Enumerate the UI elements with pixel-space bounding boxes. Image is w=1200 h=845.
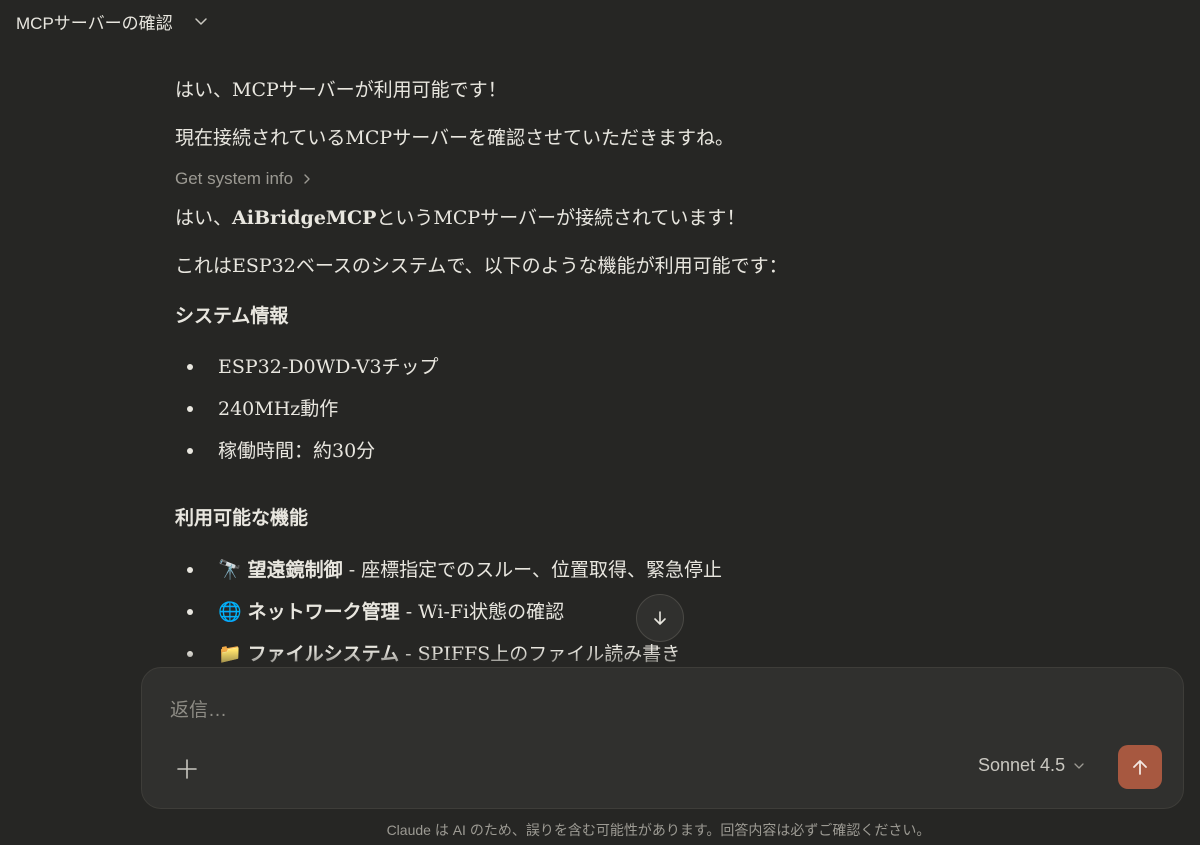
telescope-icon: 🔭 <box>218 558 242 581</box>
section-heading: システム情報 <box>175 304 289 327</box>
plus-icon <box>176 758 198 780</box>
message-paragraph: これはESP32ベースのシステムで、以下のような機能が利用可能です： <box>175 255 788 277</box>
feature-name: 望遠鏡制御 <box>247 558 343 581</box>
message-composer: Sonnet 4.5 <box>141 667 1184 809</box>
feature-name: ネットワーク管理 <box>247 600 400 623</box>
scroll-to-bottom-button[interactable] <box>636 594 684 642</box>
section-heading: 利用可能な機能 <box>175 507 309 529</box>
add-attachment-button[interactable] <box>172 754 202 784</box>
text-segment: というMCPサーバーが接続されています！ <box>376 206 746 229</box>
arrow-up-icon <box>1130 757 1150 777</box>
arrow-down-icon <box>651 609 669 627</box>
list-item: 稼働時間：約30分 <box>175 430 1015 472</box>
chevron-down-icon <box>1073 760 1085 772</box>
model-name: Sonnet 4.5 <box>978 755 1066 775</box>
top-bar-fade <box>0 42 1200 66</box>
text-segment: はい、 <box>175 206 233 229</box>
send-button[interactable] <box>1118 745 1162 789</box>
tool-call-label: Get system info <box>175 169 294 188</box>
server-name: AiBridgeMCP <box>232 206 377 229</box>
list-item: 🌐 ネットワーク管理 - Wi-Fi状態の確認 <box>175 591 1015 633</box>
model-selector[interactable]: Sonnet 4.5 <box>978 755 1085 776</box>
chevron-down-icon <box>193 13 209 29</box>
message-paragraph: はい、MCPサーバーが利用可能です！ <box>175 79 507 101</box>
tool-call-toggle[interactable]: Get system info <box>175 166 1015 192</box>
assistant-message: はい、MCPサーバーが利用可能です！ 現在接続されているMCPサーバーを確認させ… <box>175 72 1015 675</box>
message-paragraph: はい、AiBridgeMCPというMCPサーバーが接続されています！ <box>175 204 1015 233</box>
top-bar: MCPサーバーの確認 <box>0 0 1200 42</box>
list-item: 🔭 望遠鏡制御 - 座標指定でのスルー、位置取得、緊急停止 <box>175 549 1015 591</box>
feature-description: - Wi-Fi状態の確認 <box>399 600 565 623</box>
conversation-title: MCPサーバーの確認 <box>16 13 173 33</box>
conversation-title-button[interactable]: MCPサーバーの確認 <box>16 9 209 34</box>
disclaimer-text: Claude は AI のため、誤りを含む可能性があります。回答内容は必ずご確認… <box>386 822 931 838</box>
reply-input[interactable] <box>170 700 1070 722</box>
list-item: ESP32-D0WD-V3チップ <box>175 346 1015 388</box>
list-item: 240MHz動作 <box>175 388 1015 430</box>
feature-description: - 座標指定でのスルー、位置取得、緊急停止 <box>342 558 722 581</box>
message-paragraph: 現在接続されているMCPサーバーを確認させていただきますね。 <box>175 126 735 149</box>
system-info-list: ESP32-D0WD-V3チップ 240MHz動作 稼働時間：約30分 <box>175 346 1015 472</box>
globe-icon: 🌐 <box>218 600 242 623</box>
chevron-right-icon <box>301 173 313 185</box>
